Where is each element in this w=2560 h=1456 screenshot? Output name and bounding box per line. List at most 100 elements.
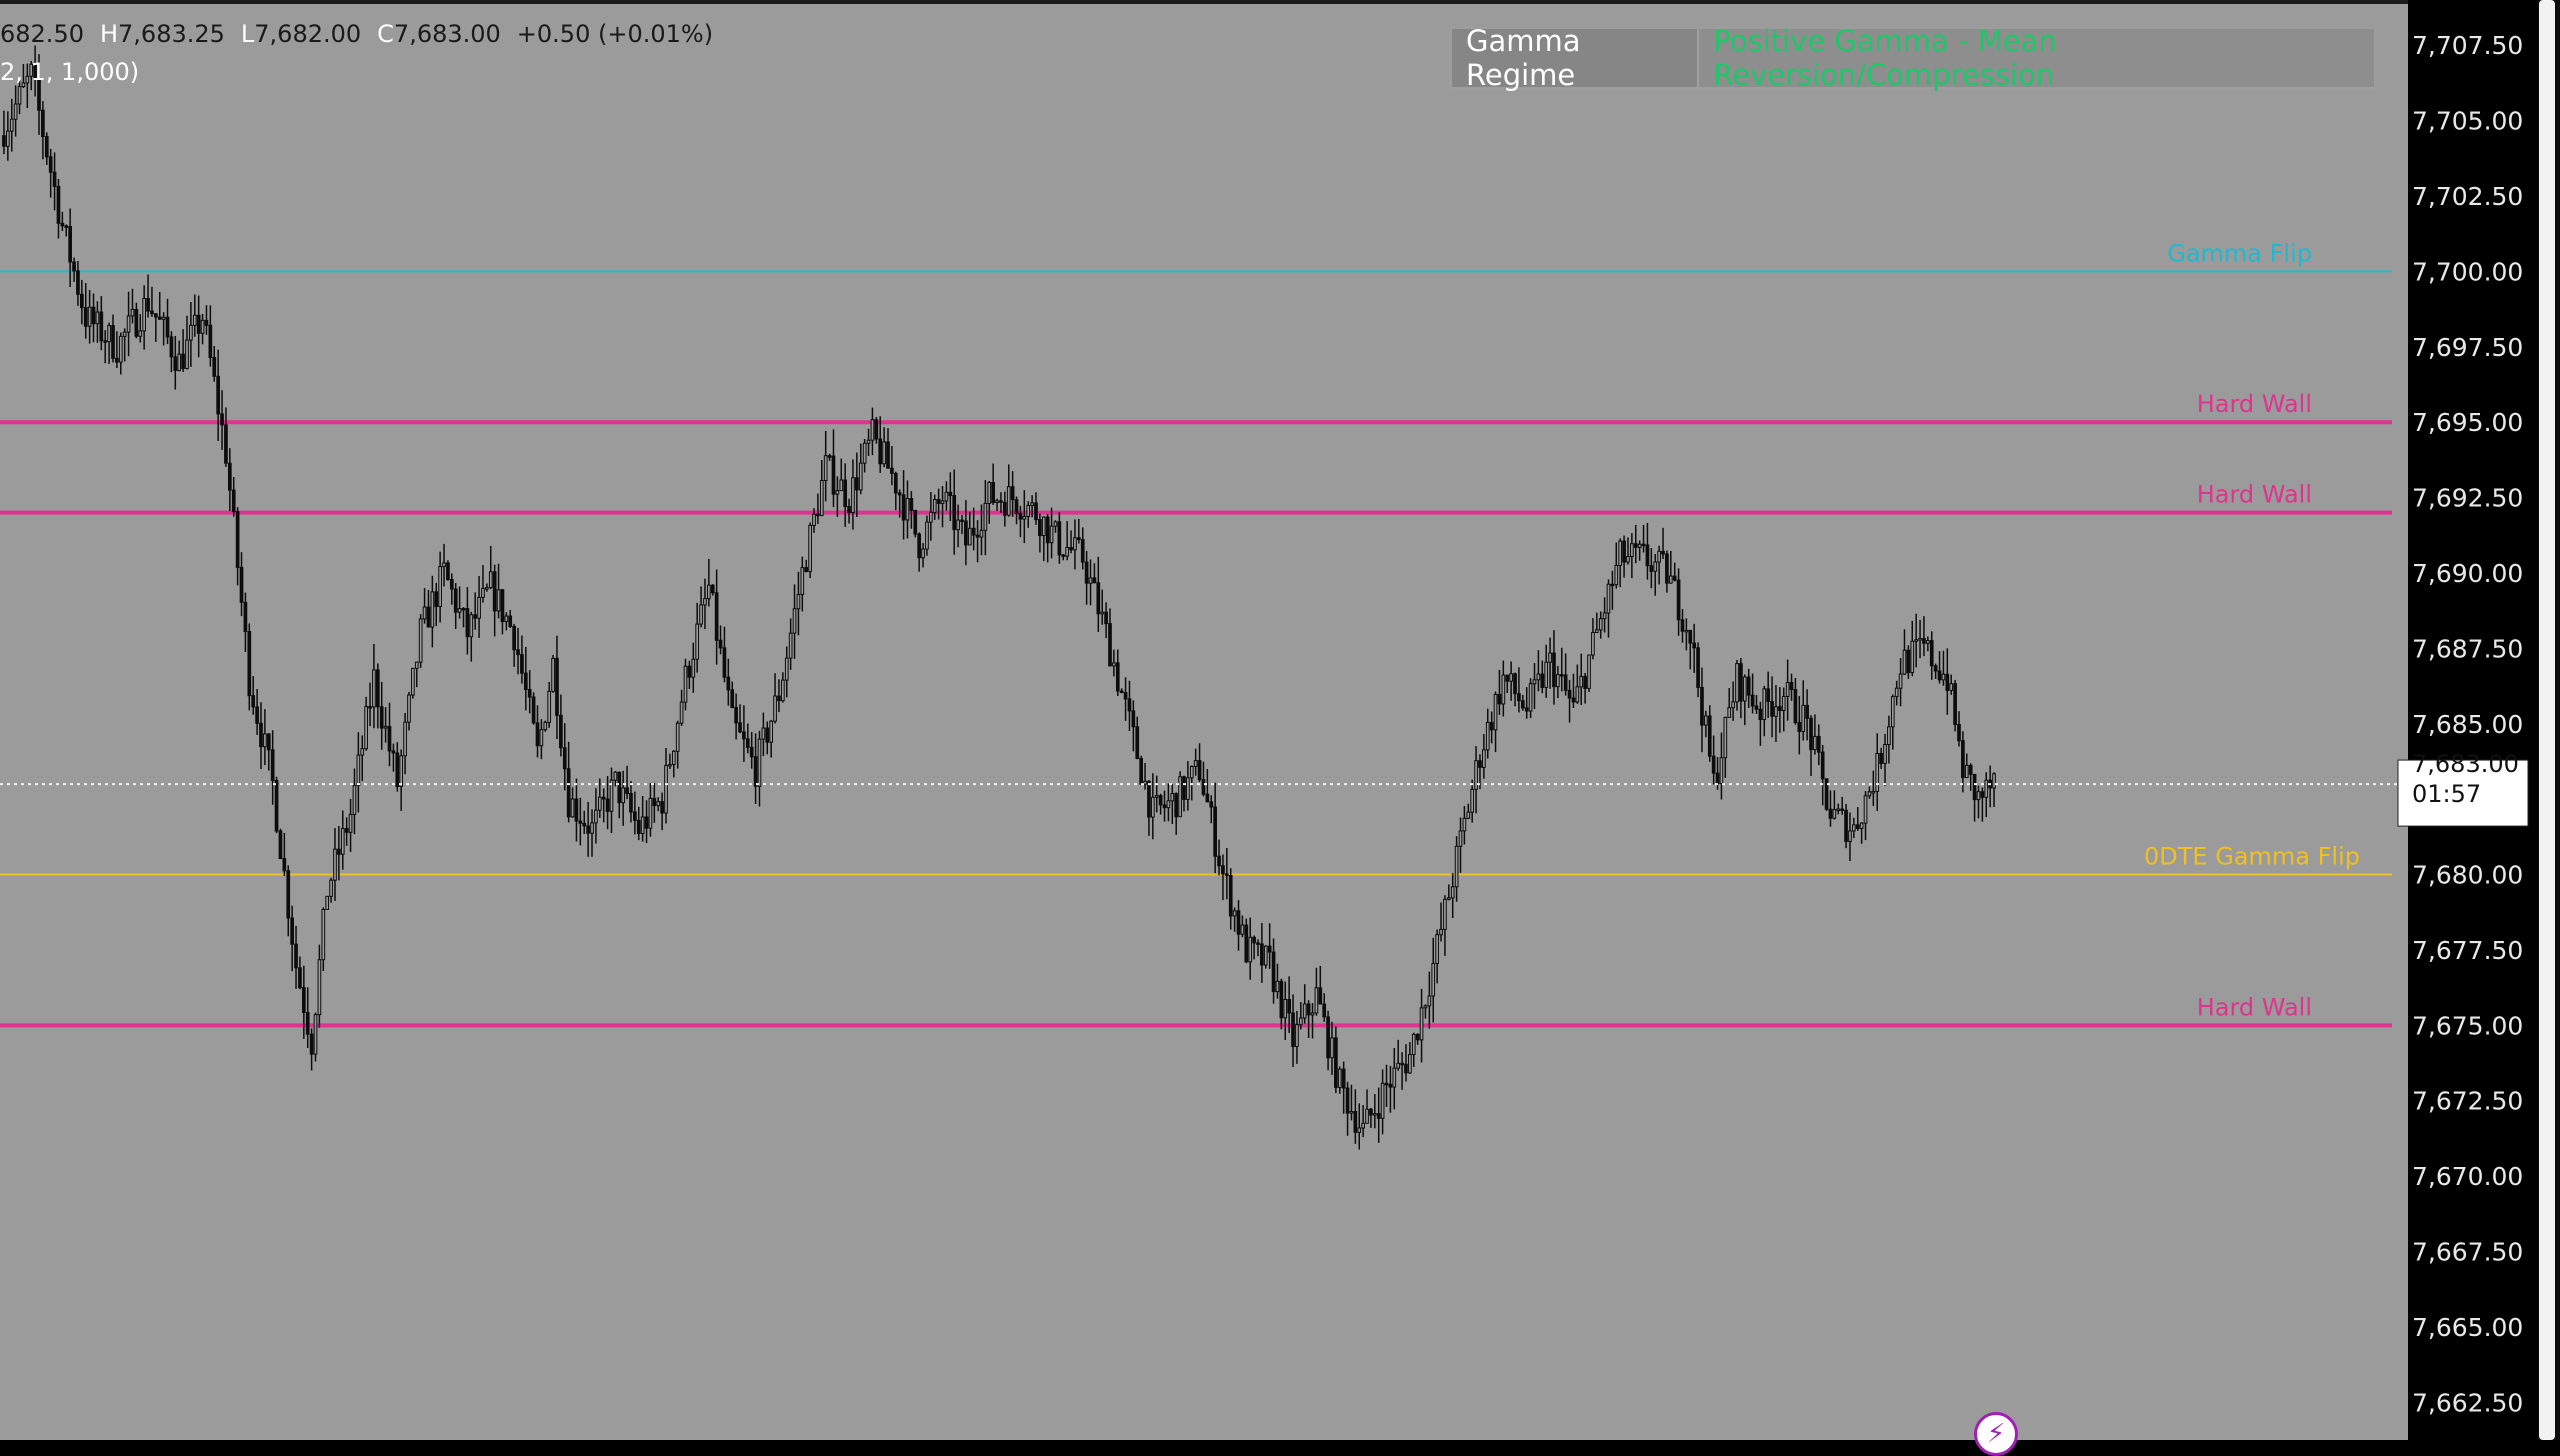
candle-body [1941, 673, 1946, 681]
candle-body [1006, 486, 1011, 516]
candle-body [1061, 554, 1066, 557]
candle-body [633, 811, 637, 821]
candle-body [851, 477, 855, 514]
candle-body [1076, 537, 1081, 541]
candle-body [1820, 751, 1825, 780]
scrollbar-thumb[interactable] [2539, 0, 2555, 1440]
chart-canvas[interactable]: Gamma Flip Hard Wall Hard Wall 0DTE Gamma F… [0, 0, 2560, 1440]
candle-body [1840, 808, 1845, 812]
indicator-params: 2, 1, 1,000) [0, 58, 140, 86]
candle-body [1852, 824, 1856, 832]
candle-body [317, 959, 322, 1016]
candle-body [562, 747, 567, 770]
candle-body [913, 509, 918, 535]
candle-body [1400, 1062, 1404, 1066]
candle-body [1715, 772, 1720, 785]
price-tick-label: 7,687.50 [2412, 634, 2523, 663]
price-tick-label: 7,690.00 [2412, 559, 2523, 588]
candle-body [543, 721, 548, 731]
candle-body [1855, 824, 1860, 829]
plot-area[interactable] [0, 0, 2408, 1440]
candle-body [1964, 764, 1969, 779]
candle-body [165, 316, 170, 338]
candle-body [597, 796, 602, 811]
candle-body [103, 340, 108, 343]
candle-body [1556, 674, 1560, 688]
candle-body [866, 439, 871, 444]
candle-body [321, 908, 326, 961]
candle-body [1937, 670, 1942, 681]
candle-body [882, 441, 886, 465]
candle-body [500, 589, 505, 623]
candle-body [368, 706, 372, 709]
candle-body [5, 130, 10, 147]
candle-body [95, 311, 100, 325]
candle-body [1314, 987, 1319, 1014]
candle-body [847, 506, 851, 514]
candle-body [1119, 690, 1124, 694]
candle-body [395, 752, 400, 787]
ohlc-legend: 682.50 H 7,683.25 L 7,682.00 C 7,683.00 … [0, 20, 729, 52]
candle-body [1213, 806, 1217, 857]
candle-body [520, 654, 524, 674]
candle-body [1030, 502, 1034, 507]
candle-body [465, 608, 470, 638]
candle-body [1493, 693, 1498, 731]
candle-body [1010, 486, 1015, 501]
trading-chart[interactable]: Gamma Flip Hard Wall Hard Wall 0DTE Gamma F… [0, 0, 2560, 1440]
candle-body [1423, 1005, 1428, 1009]
candle-body [605, 798, 610, 812]
candle-body [1497, 693, 1502, 705]
candle-body [1170, 792, 1175, 802]
candle-body [1189, 765, 1194, 779]
level-label: 0DTE Gamma Flip [2144, 843, 2360, 871]
candle-body [1478, 760, 1482, 768]
candle-body [1041, 516, 1046, 537]
candle-body [1704, 715, 1708, 726]
candle-body [890, 467, 894, 474]
candle-body [1330, 1037, 1334, 1059]
candle-body [800, 567, 805, 595]
candle-body [274, 779, 279, 832]
candle-body [1579, 675, 1584, 688]
candle-body [1209, 801, 1214, 808]
lightning-icon[interactable]: ⚡ [1974, 1412, 2018, 1456]
candle-body [1361, 1122, 1365, 1129]
candle-body [769, 720, 774, 743]
candle-body [862, 442, 867, 464]
candle-body [150, 310, 154, 315]
candle-body [1929, 640, 1934, 667]
candle-body [122, 331, 127, 337]
candle-body [1501, 674, 1506, 705]
candle-body [1750, 694, 1755, 707]
candle-body [442, 562, 446, 568]
candle-body [1045, 516, 1050, 544]
candle-body [1953, 683, 1957, 725]
candle-body [263, 733, 267, 748]
candle-body [344, 827, 349, 833]
candle-body [1489, 721, 1494, 731]
candle-body [1961, 740, 1965, 779]
candle-body [204, 319, 209, 326]
candle-body [1727, 707, 1732, 718]
candle-body [1217, 855, 1221, 867]
candle-body [687, 665, 692, 678]
candle-body [1887, 726, 1891, 746]
candle-body [928, 511, 933, 523]
candle-body [1587, 654, 1591, 689]
candle-body [1742, 676, 1747, 702]
candle-body [594, 809, 598, 824]
candle-body [1707, 715, 1712, 757]
candle-body [1661, 550, 1665, 555]
candle-body [512, 625, 516, 651]
price-tick-label: 7,675.00 [2412, 1011, 2523, 1040]
candle-body [1143, 780, 1147, 785]
candle-body [539, 729, 544, 747]
candle-body [1396, 1062, 1401, 1069]
candle-body [290, 917, 294, 945]
candle-body [1236, 910, 1241, 935]
price-tick-label: 7,705.00 [2412, 107, 2523, 136]
candle-body [1162, 804, 1167, 809]
candle-body [792, 608, 797, 634]
candle-body [1014, 499, 1019, 514]
